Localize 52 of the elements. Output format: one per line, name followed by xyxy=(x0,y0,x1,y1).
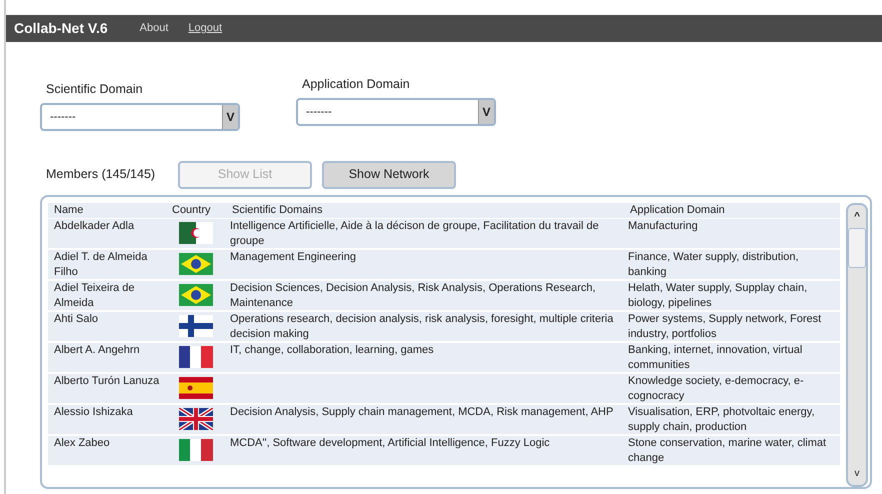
dropdown-field[interactable]: ------- V xyxy=(296,98,496,126)
flag-icon xyxy=(179,252,213,275)
scientific-domains-cell-text: Decision Analysis, Supply chain management, MCDA, Risk management, AHP xyxy=(229,404,614,420)
application-domain-cell-text: Visualisation, ERP, photvoltaic energy, supply chain, production xyxy=(627,404,816,435)
name-cell-text: Abdelkader Adla xyxy=(53,218,136,234)
members-count: Members (145/145) xyxy=(46,166,156,184)
column-header: Country xyxy=(171,202,212,218)
name-cell-text: Ahti Salo xyxy=(53,312,100,327)
view-button[interactable]: Show Network xyxy=(322,160,456,189)
scientific-domains-cell-text: MCDA'', Software development, Artificial Intelligence, Fuzzy Logic xyxy=(229,436,551,451)
scientific-domains-cell-text: IT, change, collaboration, learning, games xyxy=(229,342,435,358)
application-domain-cell-text: Power systems, Supply network, Forest industry, portfolios xyxy=(627,312,822,342)
column-header: Name xyxy=(53,202,84,218)
scroll-down-arrow[interactable]: v xyxy=(854,466,860,481)
filter-label: Application Domain xyxy=(302,76,411,93)
nav-link[interactable]: About xyxy=(140,20,168,37)
flag-icon xyxy=(179,376,213,399)
scientific-domains-cell-text: Management Engineering xyxy=(229,250,357,265)
dropdown-toggle[interactable]: V xyxy=(478,100,494,124)
dropdown-value: ------- xyxy=(305,104,333,120)
scroll-thumb[interactable] xyxy=(848,228,866,268)
flag-icon xyxy=(179,222,213,244)
scientific-domains-cell-text: Decision Sciences, Decision Analysis, Risk Analysis, Operations Research, Maintenance xyxy=(229,280,597,311)
dropdown-value: ------- xyxy=(49,110,77,124)
filter-label: Scientific Domain xyxy=(46,81,144,98)
scrollbar[interactable]: ^ v xyxy=(846,202,868,487)
flag-icon xyxy=(179,438,213,461)
name-cell-text: Adiel T. de Almeida Filho xyxy=(53,250,148,280)
dropdown-field[interactable]: ------- V xyxy=(40,102,240,131)
flag-icon xyxy=(179,314,213,337)
column-header: Application Domain xyxy=(629,202,726,218)
dropdown-toggle[interactable]: V xyxy=(222,104,238,129)
application-domain-cell-text: Manufacturing xyxy=(627,218,699,234)
application-domain-cell-text: Helath, Water supply, Supplay chain, biology, pipelines xyxy=(627,280,808,311)
scientific-domains-cell-text: Intelligence Artificielle, Aide à la décison de groupe, Facilitation du travail de groupe xyxy=(229,218,600,249)
scientific-domains-cell-text: Operations research, decision analysis, risk analysis, foresight, multiple criteria decision making xyxy=(229,312,614,342)
application-domain-cell-text: Knowledge society, e-democracy, e-cognocracy xyxy=(627,374,805,404)
application-domain-cell-text: Banking, internet, innovation, virtual communities xyxy=(627,342,804,373)
name-cell-text: Alex Zabeo xyxy=(53,436,111,451)
scroll-up-arrow[interactable]: ^ xyxy=(854,208,860,224)
application-domain-cell-text: Stone conservation, marine water, climat change xyxy=(627,436,828,466)
name-cell-text: Alessio Ishizaka xyxy=(53,404,134,420)
brand-title: Collab-Net V.6 xyxy=(14,19,108,38)
nav-link[interactable]: Logout xyxy=(188,20,222,37)
flag-icon xyxy=(179,408,213,430)
name-cell-text: Albert A. Angehrn xyxy=(53,342,141,358)
name-cell-text: Alberto Turón Lanuza xyxy=(53,374,160,389)
name-cell-text: Adiel Teixeira de Almeida xyxy=(53,280,136,311)
column-header: Scientific Domains xyxy=(231,202,324,218)
application-domain-cell-text: Finance, Water supply, distribution, banking xyxy=(627,250,800,280)
flag-icon xyxy=(179,284,213,306)
flag-icon xyxy=(179,346,213,368)
